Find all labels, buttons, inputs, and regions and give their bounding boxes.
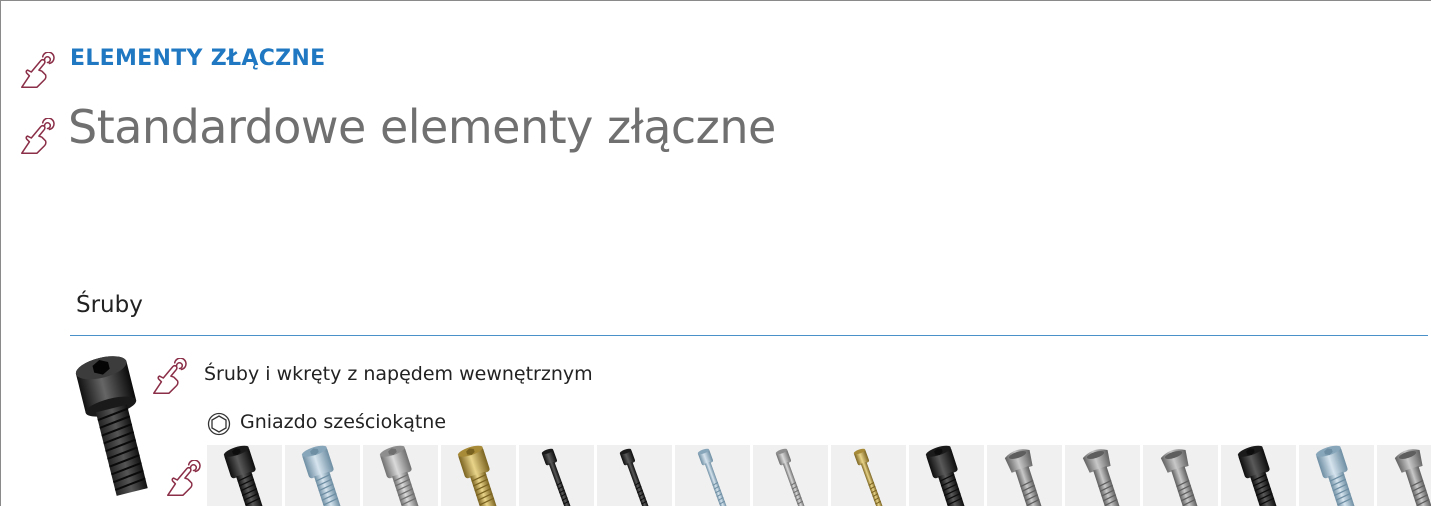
- drive-type-label: Gniazdo sześciokątne: [240, 411, 447, 433]
- zinc-blue-thin-screw-thumbnail[interactable]: [675, 445, 750, 506]
- screw-icon: [775, 448, 807, 506]
- silver-thin-screw-thumbnail[interactable]: [753, 445, 828, 506]
- subcategory-link[interactable]: Śruby i wkręty z napędem wewnętrznym: [204, 363, 593, 385]
- screw-icon: [457, 445, 498, 506]
- socket-cap-screw-image: [74, 350, 174, 502]
- pointer-hand-icon: [18, 118, 56, 158]
- grey-lowhead-screw-thumbnail[interactable]: [1143, 445, 1218, 506]
- grey-lowhead-screw-thumbnail[interactable]: [1377, 445, 1431, 506]
- yellow-zinc-cap-screw-thumbnail[interactable]: [441, 445, 516, 506]
- screw-icon: [379, 445, 420, 506]
- hexagon-socket-icon: [207, 412, 231, 436]
- screw-icon: [1082, 449, 1121, 506]
- black-cap-screw-thumbnail[interactable]: [1221, 445, 1296, 506]
- black-cap-screw-thumbnail[interactable]: [909, 445, 984, 506]
- screw-icon: [1394, 449, 1431, 506]
- section-title: Śruby: [76, 292, 143, 318]
- screw-icon: [1160, 449, 1199, 506]
- section-divider: [70, 335, 1428, 336]
- screw-icon: [1237, 445, 1278, 506]
- grey-lowhead-screw-thumbnail[interactable]: [1065, 445, 1140, 506]
- page-title: Standardowe elementy złączne: [68, 100, 776, 154]
- screw-icon: [223, 445, 264, 506]
- screw-icon: [541, 448, 573, 506]
- grey-lowhead-screw-thumbnail[interactable]: [987, 445, 1062, 506]
- screw-icon: [1004, 449, 1043, 506]
- black-thin-screw-thumbnail[interactable]: [597, 445, 672, 506]
- screw-icon: [697, 448, 729, 506]
- screw-icon: [925, 445, 966, 506]
- screw-icon: [619, 448, 651, 506]
- product-thumbnail-strip: [207, 445, 1431, 506]
- category-link[interactable]: ELEMENTY ZŁĄCZNE: [70, 46, 325, 71]
- silver-cap-screw-thumbnail[interactable]: [363, 445, 438, 506]
- screw-icon: [1315, 445, 1356, 506]
- screw-icon: [301, 445, 342, 506]
- zinc-blue-cap-screw-thumbnail[interactable]: [285, 445, 360, 506]
- yellow-thin-screw-thumbnail[interactable]: [831, 445, 906, 506]
- black-cap-screw-thumbnail[interactable]: [207, 445, 282, 506]
- zinc-blue-cap-screw-thumbnail[interactable]: [1299, 445, 1374, 506]
- black-thin-screw-thumbnail[interactable]: [519, 445, 594, 506]
- screw-icon: [853, 448, 885, 506]
- pointer-hand-icon: [18, 52, 56, 92]
